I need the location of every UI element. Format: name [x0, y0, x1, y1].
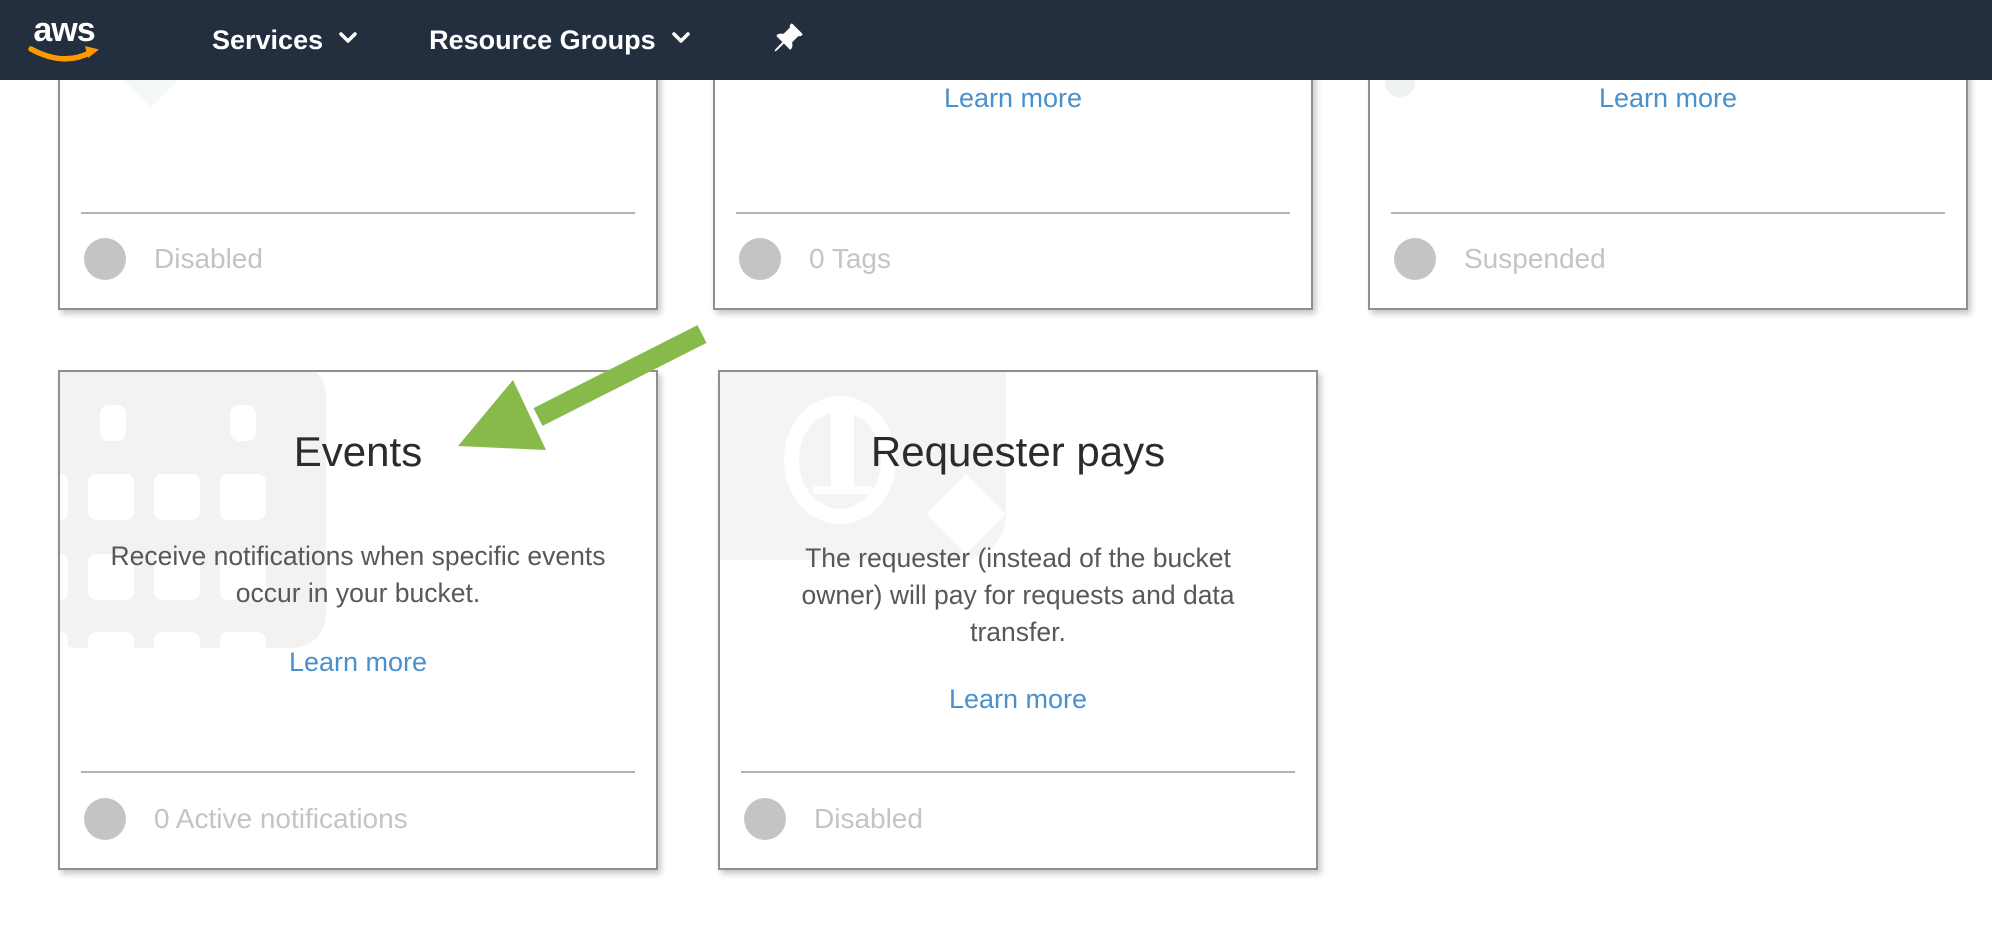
status-row: Disabled — [60, 237, 656, 281]
card-divider — [1391, 212, 1945, 214]
nav-menu-services[interactable]: Services — [212, 25, 323, 56]
status-badge: Disabled — [814, 803, 923, 834]
card-title: Requester pays — [720, 427, 1316, 477]
calendar-icon — [58, 554, 68, 600]
card-description: The requester (instead of the bucket own… — [780, 540, 1256, 651]
learn-more-link[interactable]: Learn more — [720, 681, 1316, 717]
learn-more-link[interactable]: Learn more — [60, 644, 656, 680]
calendar-icon — [88, 474, 134, 520]
chevron-down-icon[interactable] — [672, 31, 690, 49]
status-badge: 0 Active notifications — [154, 803, 408, 834]
status-row: 0 Active notifications — [60, 797, 656, 841]
aws-smile-icon — [28, 45, 100, 65]
status-badge: 0 Tags — [809, 243, 891, 274]
status-dot-icon — [744, 798, 786, 840]
card-description: Receive notifications when specific even… — [90, 538, 626, 612]
calendar-icon — [154, 474, 200, 520]
top-nav: aws Services Resource Groups — [0, 0, 1992, 80]
calendar-icon — [58, 474, 68, 520]
status-dot-icon — [84, 798, 126, 840]
learn-more-link[interactable]: Learn more — [1370, 80, 1966, 116]
learn-more-link[interactable]: Learn more — [715, 80, 1311, 116]
aws-logo[interactable]: aws — [28, 15, 100, 65]
card-divider — [736, 212, 1290, 214]
card-divider — [81, 212, 635, 214]
card-requester-pays[interactable]: 1 Requester pays The requester (instead … — [718, 370, 1318, 870]
status-dot-icon — [1394, 238, 1436, 280]
status-row: Suspended — [1370, 237, 1966, 281]
card-events[interactable]: Events Receive notifications when specif… — [58, 370, 658, 870]
status-row: 0 Tags — [715, 237, 1311, 281]
chevron-down-icon[interactable] — [339, 31, 357, 49]
calendar-icon — [220, 474, 266, 520]
card-divider — [81, 771, 635, 773]
nav-menu-resource-groups[interactable]: Resource Groups — [429, 25, 656, 56]
status-badge: Disabled — [154, 243, 263, 274]
status-row: Disabled — [720, 797, 1316, 841]
card-title: Events — [60, 427, 656, 477]
status-dot-icon — [84, 238, 126, 280]
card-divider — [741, 771, 1295, 773]
pushpin-icon[interactable] — [772, 22, 804, 59]
status-dot-icon — [739, 238, 781, 280]
aws-logo-text: aws — [33, 15, 94, 45]
status-badge: Suspended — [1464, 243, 1606, 274]
